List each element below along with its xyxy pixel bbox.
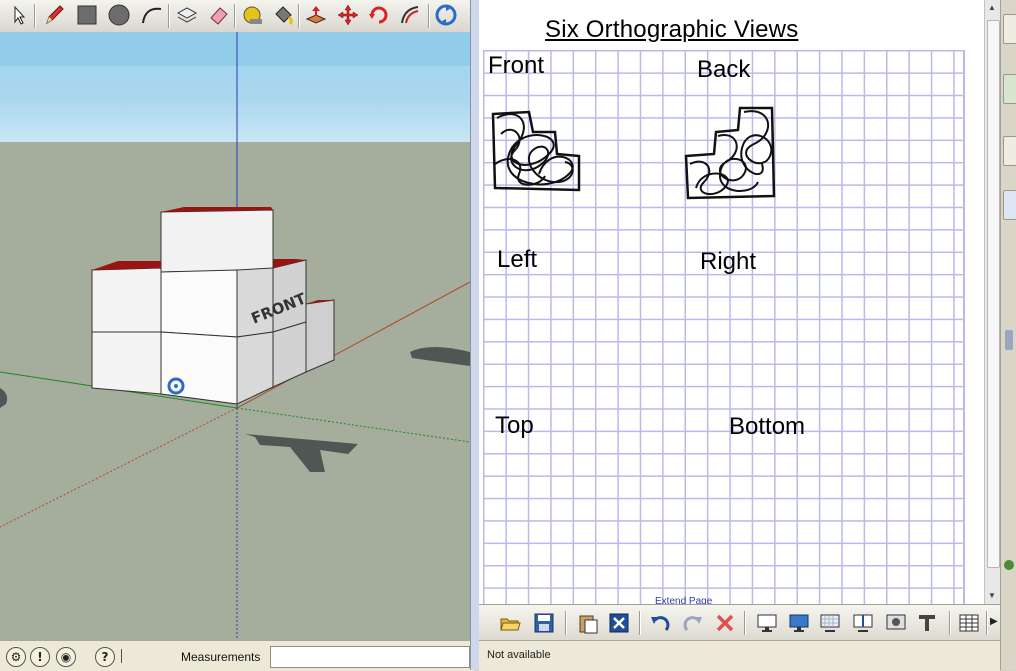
- monitor-grid-icon: [820, 614, 840, 632]
- paint-bucket-icon: [275, 6, 293, 26]
- notebook-status-bar: Not available: [479, 640, 1000, 671]
- measurements-input[interactable]: [270, 646, 470, 668]
- table-icon: [959, 614, 979, 632]
- credits-icon[interactable]: !: [30, 647, 50, 667]
- monitor-split-icon: [853, 614, 873, 632]
- sketchup-toolbar: [0, 0, 474, 33]
- help-icon[interactable]: ?: [95, 647, 115, 667]
- user-icon[interactable]: ◉: [56, 647, 76, 667]
- close-box-icon: [609, 613, 629, 633]
- undo-icon: [651, 616, 670, 632]
- follow-me-tool[interactable]: [398, 3, 422, 27]
- side-handle[interactable]: [1005, 330, 1013, 350]
- orbit-tool[interactable]: [434, 3, 458, 27]
- paste-button[interactable]: [577, 612, 599, 634]
- circle-tool[interactable]: [107, 3, 131, 27]
- transparent-button[interactable]: [819, 612, 841, 634]
- delete-page-button[interactable]: [608, 612, 630, 634]
- paste-icon: [579, 615, 598, 634]
- sketchup-status-bar: ⚙ ! ◉ ? Measurements: [0, 640, 474, 671]
- monitor-icon: [757, 614, 777, 632]
- tape-measure-tool[interactable]: [240, 3, 264, 27]
- move-tool[interactable]: [336, 3, 360, 27]
- front-label: Front: [488, 52, 545, 79]
- push-pull-icon: [305, 6, 327, 24]
- eraser-icon: [210, 7, 228, 25]
- properties-tab[interactable]: [1003, 190, 1016, 220]
- text-tool-button[interactable]: [916, 612, 938, 634]
- notebook-scrollbar[interactable]: ▲ ▼: [984, 0, 1001, 604]
- scrollbar-thumb[interactable]: [987, 20, 1000, 568]
- left-label: Left: [497, 246, 538, 273]
- measurements-label: Measurements: [181, 650, 261, 664]
- monitor-blue-icon: [789, 614, 809, 632]
- red-x-icon: [716, 614, 734, 632]
- text-t-icon: [919, 615, 935, 631]
- camera-icon: [886, 614, 906, 630]
- redo-icon: [683, 616, 702, 632]
- rotate-tool[interactable]: [367, 3, 391, 27]
- follow-me-icon: [401, 6, 419, 24]
- tape-measure-icon: [243, 6, 262, 24]
- scroll-up-icon[interactable]: ▲: [988, 3, 996, 12]
- chevron-right-icon[interactable]: ▶: [990, 616, 998, 627]
- screen-shade-button[interactable]: [756, 612, 778, 634]
- arc-icon: [142, 7, 162, 24]
- floppy-icon: [534, 613, 554, 633]
- eraser-tool[interactable]: [207, 3, 231, 27]
- open-button[interactable]: [499, 612, 521, 634]
- status-dot-icon: [1004, 560, 1014, 570]
- notebook-page[interactable]: Six Orthographic Views Front Back Left R…: [479, 0, 984, 604]
- page-title: Six Orthographic Views: [545, 16, 799, 43]
- sketchup-viewport[interactable]: FRONT: [0, 32, 470, 640]
- pencil-tool[interactable]: [42, 3, 66, 27]
- notebook-toolbar: ▶: [479, 604, 1000, 641]
- move-icon: [337, 4, 359, 26]
- model-scene: FRONT: [0, 32, 470, 640]
- orbit-icon: [435, 4, 457, 26]
- extend-page-link[interactable]: Extend Page: [655, 596, 712, 604]
- make-component-tool[interactable]: [175, 3, 199, 27]
- folder-open-icon: [500, 618, 521, 631]
- pencil-icon: [46, 5, 64, 25]
- back-label: Back: [697, 56, 751, 83]
- rectangle-tool[interactable]: [75, 3, 99, 27]
- rotate-icon: [369, 6, 388, 24]
- component-icon: [176, 7, 198, 23]
- notebook-side-tabs: [1000, 0, 1016, 670]
- rectangle-icon: [77, 5, 97, 25]
- table-button[interactable]: [958, 612, 980, 634]
- geo-location-icon[interactable]: ⚙: [6, 647, 26, 667]
- save-button[interactable]: [533, 612, 555, 634]
- attachments-tab[interactable]: [1003, 136, 1016, 166]
- scroll-down-icon[interactable]: ▼: [988, 591, 996, 600]
- push-pull-tool[interactable]: [304, 3, 328, 27]
- select-tool[interactable]: [6, 3, 30, 27]
- arrow-cursor-icon: [14, 5, 26, 25]
- dual-page-button[interactable]: [852, 612, 874, 634]
- front-view-sketch: [491, 110, 581, 192]
- delete-button[interactable]: [714, 612, 736, 634]
- paint-bucket-tool[interactable]: [271, 3, 295, 27]
- full-screen-button[interactable]: [788, 612, 810, 634]
- bottom-label: Bottom: [729, 413, 806, 440]
- redo-button[interactable]: [682, 612, 704, 634]
- top-label: Top: [495, 412, 534, 439]
- page-sorter-tab[interactable]: [1003, 14, 1016, 44]
- circle-icon: [108, 4, 130, 26]
- back-view-sketch: [684, 106, 776, 200]
- undo-button[interactable]: [649, 612, 671, 634]
- status-text: Not available: [487, 649, 551, 661]
- right-label: Right: [700, 248, 757, 275]
- arc-tool[interactable]: [139, 3, 163, 27]
- screen-capture-button[interactable]: [885, 612, 907, 634]
- gallery-tab[interactable]: [1003, 74, 1016, 104]
